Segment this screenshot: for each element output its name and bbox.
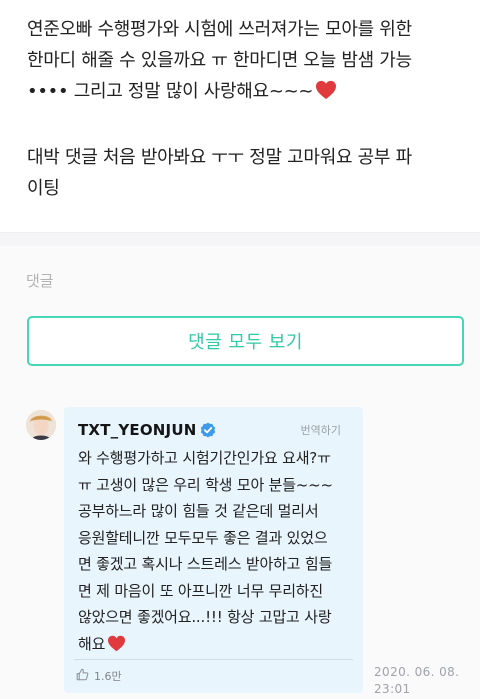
comment-last-line-wrap: 해요 <box>78 631 354 661</box>
question-line-3: •••• 그리고 정말 많이 사랑해요~~~ <box>27 81 314 102</box>
comment-line: 면 좋겠고 혹시나 스트레스 받아하고 힘들 <box>78 555 333 573</box>
post-content: 연준오빠 수행평가와 시험에 쓰러져가는 모아를 위한 한마디 해줄 수 있을까… <box>0 0 480 232</box>
comment-line: 공부하느라 많이 힘들 것 같은데 멀리서 <box>78 502 319 520</box>
comment-line: 응원할테니깐 모두모두 좋은 결과 있었으 <box>78 528 328 547</box>
heart-icon <box>107 634 126 661</box>
timestamp-date: 2020. 06. 08. <box>374 665 460 679</box>
like-count: 1.6만 <box>94 669 122 683</box>
question-line-2: 한마디 해줄 수 있을까요 ㅠ 한마디면 오늘 밤샘 가능 <box>27 50 412 71</box>
comment-body: 와 수행평가하고 시험기간인가요 요새?ㅠ ㅠ 고생이 많은 우리 학생 모아 … <box>78 445 354 660</box>
post-question: 연준오빠 수행평가와 시험에 쓰러져가는 모아를 위한 한마디 해줄 수 있을까… <box>27 14 467 110</box>
view-all-comments-button[interactable]: 댓글 모두 보기 <box>27 316 464 366</box>
post-answer: 대박 댓글 처음 받아봐요 ㅜㅜ 정말 고마워요 공부 파 이팅 <box>27 142 467 204</box>
heart-icon <box>315 79 337 110</box>
verified-check-icon <box>200 422 216 438</box>
section-divider <box>0 232 480 247</box>
comment-line: 면 제 마음이 또 아프니깐 너무 무리하진 <box>78 581 324 600</box>
thumbs-up-icon <box>76 666 89 685</box>
comment-line: ㅠ 고생이 많은 우리 학생 모아 분들~~~ <box>78 475 333 494</box>
answer-line-1: 대박 댓글 처음 받아봐요 ㅜㅜ 정말 고마워요 공부 파 <box>27 147 412 168</box>
avatar[interactable] <box>26 410 56 440</box>
comment-line: 해요 <box>78 634 106 653</box>
comment-timestamp: 2020. 06. 08. 23:01 <box>374 664 459 698</box>
author-name[interactable]: TXT_YEONJUN <box>78 421 196 439</box>
comments-label: 댓글 <box>26 272 54 290</box>
question-line-1: 연준오빠 수행평가와 시험에 쓰러져가는 모아를 위한 <box>27 19 412 40</box>
comment-line: 않았으면 좋겠어요...!!! 항상 고맙고 사랑 <box>78 608 332 626</box>
like-button[interactable]: 1.6만 <box>76 666 122 685</box>
translate-link[interactable]: 번역하기 <box>301 422 341 438</box>
author-row: TXT_YEONJUN <box>78 421 216 439</box>
comment-card: TXT_YEONJUN 번역하기 와 수행평가하고 시험기간인가요 요새?ㅠ ㅠ… <box>64 407 363 693</box>
question-line-3-wrap: •••• 그리고 정말 많이 사랑해요~~~ <box>27 76 467 110</box>
answer-line-2: 이팅 <box>27 178 60 199</box>
timestamp-time: 23:01 <box>374 682 411 696</box>
comment-line: 와 수행평가하고 시험기간인가요 요새?ㅠ <box>78 449 331 467</box>
card-divider <box>74 659 353 660</box>
